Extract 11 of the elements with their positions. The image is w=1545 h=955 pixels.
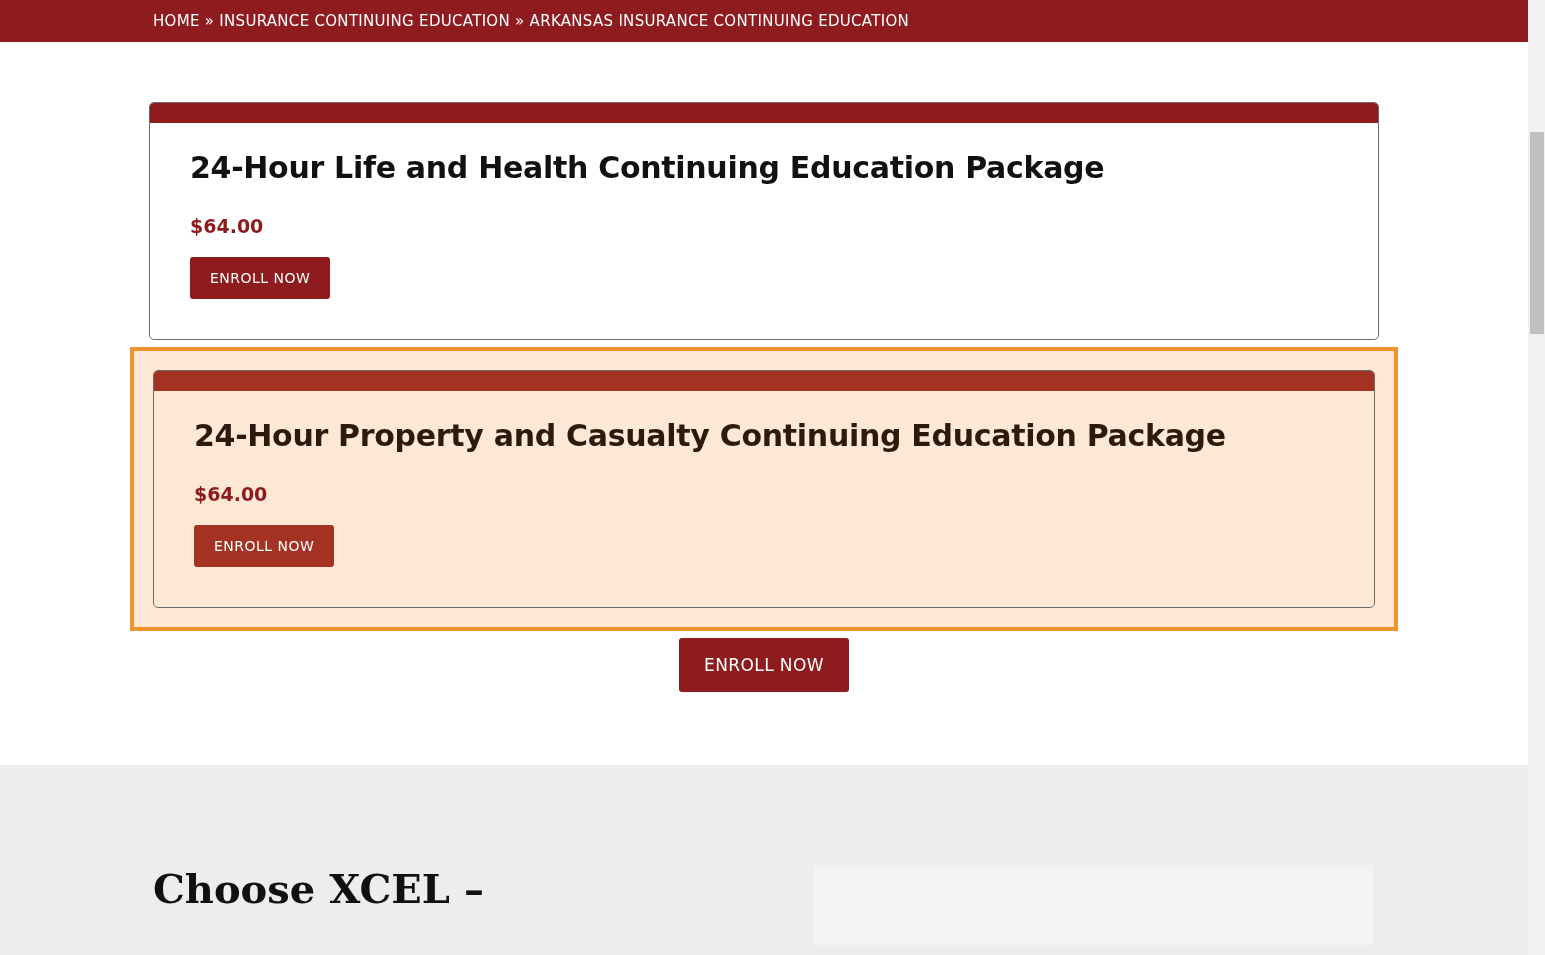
scrollbar-thumb[interactable]	[1530, 132, 1544, 334]
package-price: $64.00	[190, 215, 264, 237]
enroll-button[interactable]: ENROLL NOW	[194, 525, 335, 567]
breadcrumb: HOME » INSURANCE CONTINUING EDUCATION » ARKANSAS INSURANCE CONTINUING EDUCATION	[153, 12, 910, 30]
scrollbar[interactable]	[1528, 0, 1545, 955]
package-title: 24-Hour Property and Casualty Continuing Education Package	[194, 418, 1226, 453]
enroll-button[interactable]: ENROLL NOW	[679, 638, 849, 692]
enroll-button[interactable]: ENROLL NOW	[190, 257, 331, 299]
section-heading: Choose XCEL –	[153, 865, 484, 912]
package-title: 24-Hour Life and Health Continuing Education Package	[190, 150, 1105, 185]
package-price: $64.00	[194, 483, 268, 505]
